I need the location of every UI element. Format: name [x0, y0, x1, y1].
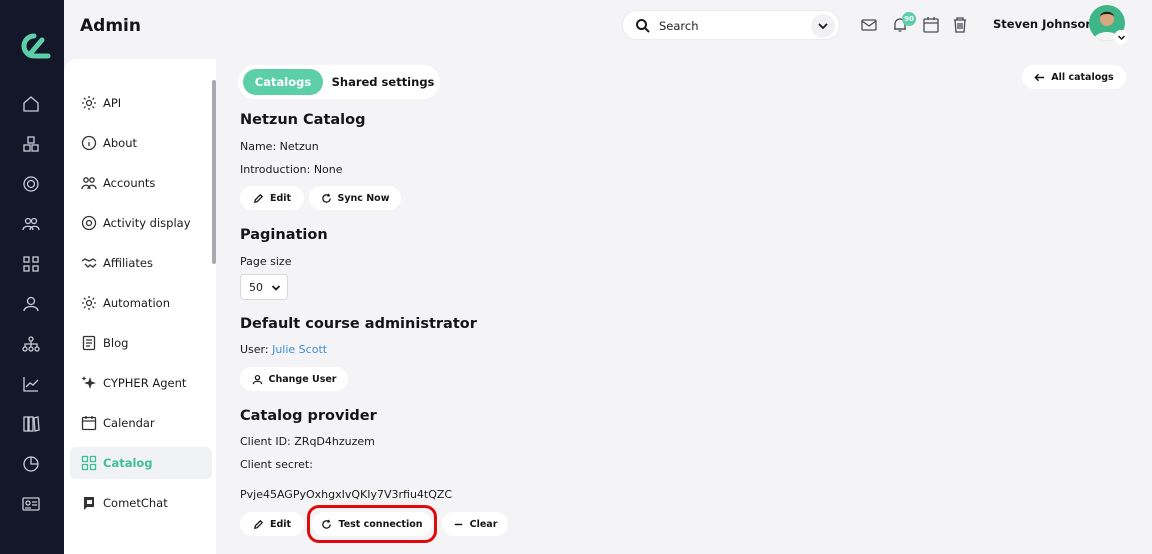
- sync-label: Sync Now: [337, 192, 390, 204]
- pie-icon[interactable]: [22, 455, 42, 475]
- hierarchy-icon[interactable]: [22, 335, 42, 355]
- handshake-icon: [81, 258, 97, 268]
- gear-icon: [82, 96, 96, 110]
- catalog-name: Name: Netzun: [240, 140, 319, 153]
- course-admin-title: Default course administrator: [240, 316, 477, 332]
- clear-button[interactable]: Clear: [442, 512, 508, 536]
- edit-provider-button[interactable]: Edit: [240, 512, 304, 536]
- chevron-down-icon: [271, 285, 281, 291]
- all-catalogs-button[interactable]: All catalogs: [1022, 65, 1126, 89]
- sidebar-item-activity-display[interactable]: Activity display: [70, 207, 212, 239]
- page-size-select[interactable]: 50: [240, 274, 288, 300]
- pagination-title: Pagination: [240, 227, 328, 243]
- target-icon[interactable]: [22, 175, 42, 195]
- user-icon: [252, 374, 262, 384]
- users-icon[interactable]: [22, 215, 42, 235]
- change-user-button[interactable]: Change User: [240, 367, 348, 391]
- change-user-label: Change User: [268, 373, 337, 385]
- all-catalogs-label: All catalogs: [1051, 71, 1114, 83]
- tab-bar: Catalogs Shared settings: [238, 65, 440, 99]
- sidebar-item-catalog[interactable]: Catalog: [70, 447, 212, 479]
- users-icon: [81, 177, 97, 190]
- client-id: Client ID: ZRqD4hzuzem: [240, 435, 375, 448]
- sidebar-item-label: Calendar: [103, 416, 155, 430]
- edit-catalog-button[interactable]: Edit: [240, 186, 304, 210]
- sidebar-item-affiliates[interactable]: Affiliates: [70, 247, 212, 279]
- info-icon: [81, 135, 97, 151]
- library-icon[interactable]: [22, 415, 42, 435]
- edit-label: Edit: [269, 192, 292, 204]
- sidebar-scrollbar[interactable]: [212, 80, 216, 264]
- search-icon: [636, 19, 650, 33]
- sidebar-item-about[interactable]: About: [70, 127, 212, 159]
- clear-label: Clear: [469, 518, 498, 530]
- chart-icon[interactable]: [22, 375, 42, 395]
- catalog-title: Netzun Catalog: [240, 112, 366, 128]
- app-rail: [0, 0, 64, 554]
- sidebar-item-api[interactable]: API: [70, 87, 212, 119]
- refresh-icon: [321, 193, 331, 203]
- sidebar-item-calendar[interactable]: Calendar: [70, 407, 212, 439]
- target-icon: [81, 215, 97, 231]
- sidebar-item-cypher-agent[interactable]: CYPHER Agent: [70, 367, 212, 399]
- sidebar-item-label: CYPHER Agent: [103, 376, 187, 390]
- page-size-label: Page size: [240, 255, 292, 268]
- grid-icon: [81, 455, 97, 471]
- sidebar-item-label: Affiliates: [103, 256, 153, 270]
- user-prefix: User:: [240, 343, 273, 356]
- sidebar-item-label: Catalog: [103, 456, 153, 470]
- edit-label: Edit: [269, 518, 292, 530]
- client-secret-label: Client secret:: [240, 458, 313, 471]
- search-input[interactable]: Search: [622, 10, 840, 40]
- notification-badge: 90: [902, 12, 916, 26]
- page-size-value: 50: [249, 280, 263, 294]
- course-admin-user: User: Julie Scott: [240, 343, 327, 356]
- gear-icon: [82, 296, 96, 310]
- course-admin-user-link[interactable]: Julie Scott: [272, 343, 327, 356]
- cubes-icon[interactable]: [22, 135, 42, 155]
- sparkle-icon: [81, 376, 96, 389]
- sidebar-item-label: Activity display: [103, 216, 191, 230]
- sync-now-button[interactable]: Sync Now: [309, 186, 401, 210]
- id-card-icon[interactable]: [22, 495, 42, 515]
- client-secret-value: Pvje45AGPyOxhgxIvQKIy7V3rfiu4tQZC: [240, 488, 453, 501]
- sidebar-item-label: CometChat: [103, 496, 168, 510]
- logo-icon[interactable]: [12, 30, 52, 62]
- trash-icon[interactable]: [951, 16, 969, 34]
- sidebar-item-automation[interactable]: Automation: [70, 287, 212, 319]
- pencil-icon: [253, 519, 264, 529]
- search-placeholder: Search: [659, 19, 699, 33]
- document-icon: [82, 335, 96, 351]
- user-icon[interactable]: [22, 295, 42, 315]
- user-name[interactable]: Steven Johnson: [993, 17, 1094, 31]
- sidebar-item-label: Automation: [103, 296, 170, 310]
- sidebar-item-label: About: [103, 136, 138, 150]
- settings-sidebar: API About Accounts Activity display Affi…: [64, 59, 216, 554]
- tab-shared-settings[interactable]: Shared settings: [330, 69, 436, 95]
- home-icon[interactable]: [22, 95, 42, 115]
- chat-icon: [84, 497, 94, 510]
- arrow-left-icon: [1034, 73, 1045, 81]
- highlight-box: [307, 505, 437, 543]
- sidebar-item-accounts[interactable]: Accounts: [70, 167, 212, 199]
- grid-icon[interactable]: [22, 255, 42, 275]
- chevron-down-icon[interactable]: [811, 14, 835, 38]
- provider-title: Catalog provider: [240, 408, 377, 424]
- pencil-icon: [253, 193, 264, 203]
- calendar-icon: [81, 416, 97, 431]
- calendar-icon[interactable]: [922, 16, 940, 34]
- sidebar-item-cometchat[interactable]: CometChat: [70, 487, 212, 519]
- sidebar-item-blog[interactable]: Blog: [70, 327, 212, 359]
- sidebar-item-label: Blog: [103, 336, 129, 350]
- sidebar-item-label: Accounts: [103, 176, 156, 190]
- catalog-introduction: Introduction: None: [240, 163, 343, 176]
- sidebar-item-label: API: [103, 96, 122, 110]
- minus-icon: [454, 523, 462, 525]
- mail-icon[interactable]: [860, 16, 878, 34]
- chevron-down-icon[interactable]: [1114, 30, 1128, 44]
- tab-catalogs[interactable]: Catalogs: [243, 69, 323, 95]
- page-title: Admin: [80, 16, 141, 36]
